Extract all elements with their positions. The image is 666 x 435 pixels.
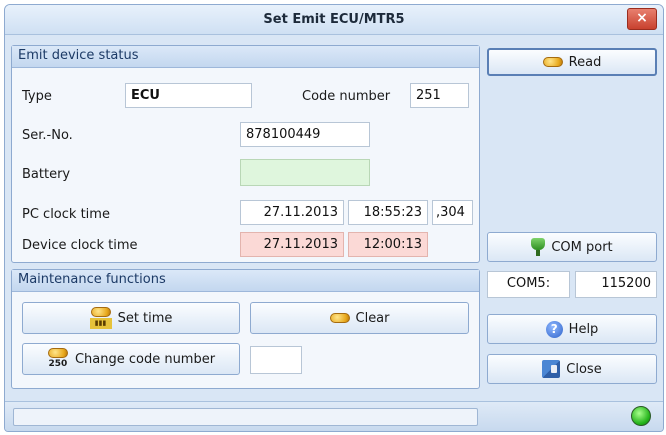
maintenance-panel: Maintenance functions ▮▮▮ Set time Clear… [11, 269, 480, 389]
key-icon [329, 313, 350, 323]
change-code-number-button[interactable]: 250 Change code number [22, 343, 240, 375]
serial-number-field: 878100449 [240, 122, 370, 147]
battery-label: Battery [22, 167, 71, 182]
progress-bar [13, 408, 478, 426]
device-time-field: 12:00:13 [348, 232, 428, 257]
device-status-header: Emit device status [12, 46, 479, 68]
dialog-window: Set Emit ECU/MTR5 × Emit device status T… [4, 4, 664, 432]
com-port-field: COM5: [487, 271, 570, 298]
new-code-number-input[interactable] [250, 346, 302, 374]
baud-rate-field: 115200 [575, 271, 657, 298]
device-clock-label: Device clock time [22, 238, 138, 253]
device-status-panel: Emit device status Type ECU Code number … [11, 45, 480, 263]
read-button[interactable]: Read [487, 48, 657, 76]
code-number-field: 251 [410, 83, 469, 108]
window-title: Set Emit ECU/MTR5 [263, 12, 405, 27]
pc-ms-field: ,304 [432, 200, 473, 225]
com-port-button[interactable]: COM port [487, 232, 657, 262]
close-label: Close [566, 361, 602, 377]
set-time-button[interactable]: ▮▮▮ Set time [22, 302, 240, 334]
type-field: ECU [125, 83, 252, 108]
change-code-number-label: Change code number [74, 351, 216, 367]
status-bar [5, 401, 663, 431]
com-port-label: COM port [551, 239, 613, 255]
set-time-label: Set time [117, 310, 173, 326]
clear-label: Clear [355, 310, 390, 326]
pc-date-field: 27.11.2013 [240, 200, 344, 225]
serial-number-label: Ser.-No. [22, 128, 73, 143]
read-label: Read [568, 54, 602, 70]
maintenance-header: Maintenance functions [12, 270, 479, 292]
help-label: Help [568, 321, 599, 337]
clock-key-icon: ▮▮▮ [89, 307, 112, 329]
exit-icon [542, 360, 561, 378]
title-bar: Set Emit ECU/MTR5 × [5, 5, 663, 35]
status-led-icon [631, 406, 651, 426]
pc-time-field: 18:55:23 [348, 200, 428, 225]
device-date-field: 27.11.2013 [240, 232, 344, 257]
plug-icon [531, 238, 546, 256]
clear-button[interactable]: Clear [250, 302, 469, 334]
code-key-icon: 250 [47, 348, 69, 370]
pc-clock-label: PC clock time [22, 207, 110, 222]
type-label: Type [22, 89, 52, 104]
code-number-label: Code number [302, 89, 391, 104]
window-close-button[interactable]: × [627, 8, 657, 30]
key-icon [542, 57, 563, 67]
battery-indicator [240, 159, 370, 186]
help-icon: ? [545, 320, 563, 338]
close-button[interactable]: Close [487, 354, 657, 384]
help-button[interactable]: ? Help [487, 314, 657, 344]
